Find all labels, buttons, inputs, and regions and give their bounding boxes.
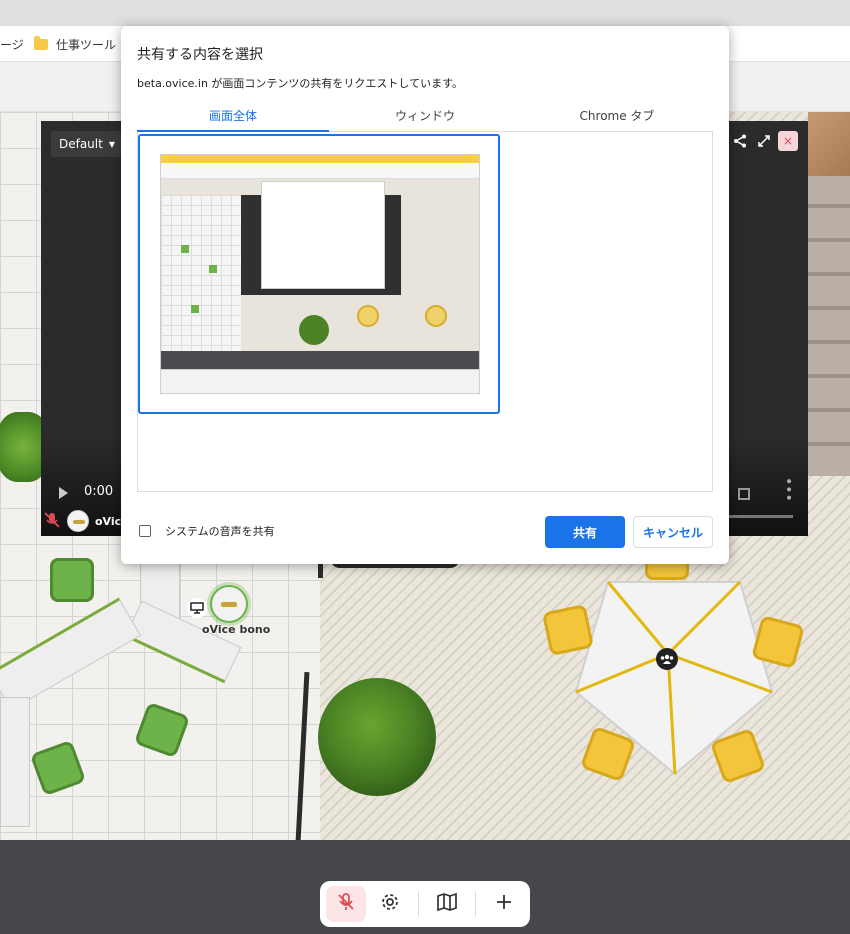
group-icon[interactable] bbox=[656, 648, 678, 670]
folder-icon bbox=[34, 35, 48, 50]
green-chair bbox=[50, 558, 94, 602]
mic-off-icon bbox=[336, 892, 356, 916]
preview-chair bbox=[191, 305, 199, 313]
screen-thumbnail[interactable] bbox=[138, 134, 500, 414]
quality-label: Default bbox=[58, 137, 103, 151]
app-root: ージ 仕事ツール oVice bono Default ▼ × 0:00 •••… bbox=[0, 0, 850, 934]
preview-chair bbox=[181, 245, 189, 253]
gear-icon bbox=[380, 892, 400, 916]
close-icon: × bbox=[782, 134, 794, 148]
tab-window[interactable]: ウィンドウ bbox=[329, 106, 521, 131]
share-icon[interactable] bbox=[730, 131, 750, 151]
caret-down-icon: ▼ bbox=[108, 139, 115, 149]
preview-table bbox=[425, 305, 447, 327]
video-time: 0:00 bbox=[84, 484, 114, 499]
tab-entire-screen[interactable]: 画面全体 bbox=[137, 106, 329, 132]
system-audio-option[interactable]: システムの音声を共有 bbox=[139, 523, 275, 539]
desk-lower bbox=[0, 697, 30, 827]
avatar bbox=[67, 510, 89, 532]
tree bbox=[318, 678, 436, 796]
control-toolbar bbox=[320, 881, 530, 927]
quality-dropdown[interactable]: Default ▼ bbox=[51, 131, 123, 157]
preview-chair bbox=[209, 265, 217, 273]
dialog-subtitle: beta.ovice.in が画面コンテンツの共有をリクエストしています。 bbox=[137, 77, 464, 90]
tab-chrome[interactable]: Chrome タブ bbox=[521, 106, 713, 131]
user-avatar[interactable] bbox=[210, 585, 248, 623]
preview-floor bbox=[161, 195, 241, 355]
bookmark-fragment[interactable]: ージ bbox=[0, 36, 24, 53]
preview-toolbar bbox=[161, 163, 479, 179]
map-icon bbox=[436, 892, 458, 916]
mic-off-icon bbox=[43, 511, 61, 532]
stone-wall bbox=[808, 176, 850, 476]
system-audio-label: システムの音声を共有 bbox=[165, 525, 275, 538]
more-vertical-icon[interactable]: ••• bbox=[780, 477, 796, 502]
preview-table bbox=[357, 305, 379, 327]
toolbar-divider bbox=[475, 891, 476, 917]
system-audio-checkbox[interactable] bbox=[139, 525, 151, 537]
play-icon[interactable] bbox=[59, 487, 68, 499]
fullscreen-icon[interactable] bbox=[738, 488, 750, 500]
share-screen-dialog: 共有する内容を選択 beta.ovice.in が画面コンテンツの共有をリクエス… bbox=[121, 26, 729, 564]
settings-button[interactable] bbox=[370, 886, 410, 922]
preview-taskbar bbox=[161, 369, 479, 393]
screen-preview bbox=[160, 154, 480, 394]
close-video-button[interactable]: × bbox=[778, 131, 798, 151]
preview-dialog bbox=[261, 181, 385, 289]
wood-floor bbox=[808, 112, 850, 176]
add-button[interactable] bbox=[484, 886, 524, 922]
screen-share-icon bbox=[187, 598, 207, 618]
preview-tree bbox=[299, 315, 329, 345]
volume-track[interactable] bbox=[727, 515, 793, 518]
dialog-title: 共有する内容を選択 bbox=[137, 47, 263, 63]
bookmark-folder-label: 仕事ツール bbox=[56, 37, 117, 52]
preview-tabbar bbox=[161, 155, 479, 163]
cancel-button[interactable]: キャンセル bbox=[633, 516, 713, 548]
video-tools: × bbox=[730, 131, 798, 151]
yellow-chair bbox=[541, 603, 595, 657]
user-name-label: oVice bono bbox=[202, 623, 271, 636]
expand-icon[interactable] bbox=[754, 131, 774, 151]
bookmark-folder[interactable]: 仕事ツール bbox=[34, 34, 116, 54]
source-tabs: 画面全体 ウィンドウ Chrome タブ bbox=[137, 106, 713, 132]
share-button[interactable]: 共有 bbox=[545, 516, 625, 548]
source-panel bbox=[137, 132, 713, 492]
map-button[interactable] bbox=[427, 886, 467, 922]
plus-icon bbox=[496, 894, 512, 914]
toolbar-divider bbox=[418, 891, 420, 917]
mic-toggle-button[interactable] bbox=[326, 886, 367, 922]
browser-tab-strip bbox=[0, 0, 850, 26]
preview-footer bbox=[161, 351, 479, 369]
video-user-badge: oVic bbox=[43, 510, 121, 532]
video-user-label: oVic bbox=[95, 514, 122, 528]
